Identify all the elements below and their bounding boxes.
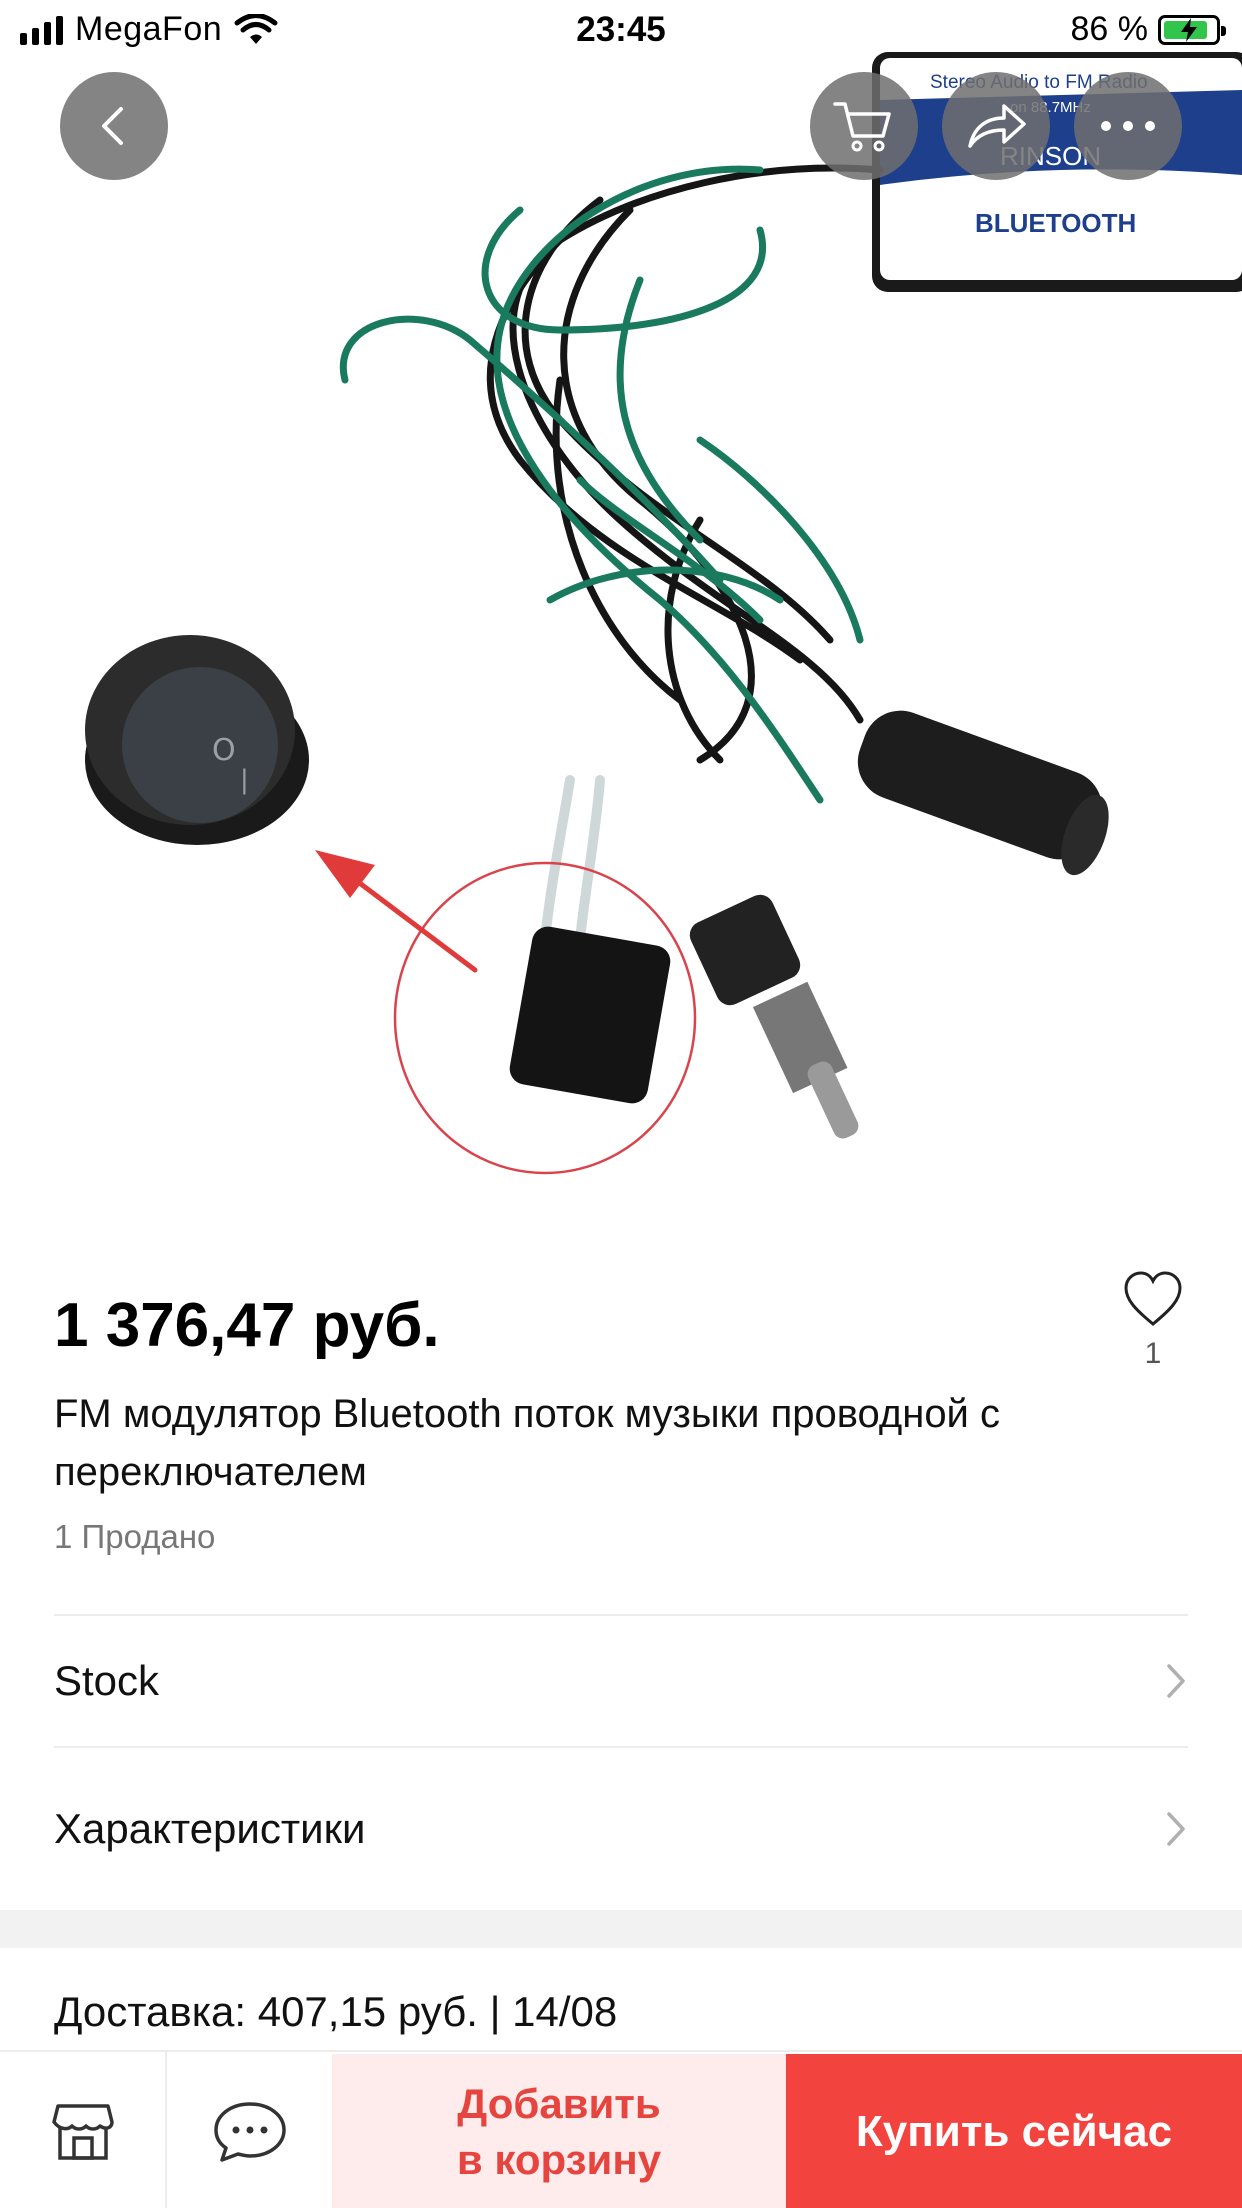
chat-button[interactable] — [167, 2052, 332, 2208]
row-stock-label: Stock — [54, 1657, 160, 1704]
row-stock[interactable]: Stock — [54, 1614, 1188, 1746]
green-cable — [339, 165, 864, 804]
charging-bolt-icon — [1181, 17, 1197, 42]
product-title: FM модулятор Bluetooth поток музыки пров… — [54, 1392, 1001, 1494]
status-bar: MegaFon 23:45 86 % — [0, 0, 1242, 62]
add-to-cart-line1: Добавить — [457, 2080, 661, 2127]
add-to-cart-line2: в корзину — [456, 2136, 662, 2183]
section-divider — [0, 1910, 1242, 1948]
back-button[interactable] — [60, 72, 168, 180]
chat-icon — [213, 2102, 286, 2162]
store-button[interactable] — [0, 2052, 165, 2208]
heart-icon — [1124, 1271, 1182, 1326]
svg-text:BLUETOOTH: BLUETOOTH — [975, 208, 1136, 238]
bottom-action-bar: Добавить в корзину Купить сейчас — [0, 2050, 1242, 2208]
cart-icon — [833, 102, 891, 152]
add-to-cart-button[interactable]: Добавить в корзину — [332, 2054, 786, 2208]
favorite-button[interactable]: 1 — [1118, 1270, 1188, 1371]
chevron-left-icon — [102, 107, 123, 145]
product-photo: Stereo Audio to FM Radio on 88.7MHz RINS… — [85, 52, 1242, 1175]
product-gallery[interactable]: Stereo Audio to FM Radio on 88.7MHz RINS… — [0, 0, 1242, 1240]
cart-button[interactable] — [810, 72, 918, 180]
svg-text:O: O — [212, 733, 236, 768]
chevron-right-icon — [1167, 1664, 1185, 1698]
sold-count: 1 Продано — [54, 1518, 216, 1555]
antenna-tube — [857, 710, 1109, 876]
svg-text:|: | — [240, 765, 249, 795]
more-button[interactable] — [1074, 72, 1182, 180]
share-button[interactable] — [942, 72, 1050, 180]
black-cable — [486, 164, 884, 764]
share-icon — [968, 104, 1026, 148]
product-price: 1 376,47 руб. — [54, 1291, 440, 1360]
row-specifications[interactable]: Характеристики — [54, 1746, 1188, 1910]
more-dots-icon — [1101, 121, 1155, 131]
rocker-switch-image: O | — [85, 635, 309, 845]
clock: 23:45 — [576, 10, 666, 49]
fm-box-image: Stereo Audio to FM Radio on 88.7MHz RINS… — [872, 52, 1242, 292]
row-specifications-label: Характеристики — [54, 1805, 366, 1852]
clear-wires — [540, 775, 605, 945]
red-arrow — [315, 850, 478, 973]
delivery-info[interactable]: Доставка: 407,15 руб. | 14/08 — [54, 1988, 617, 2036]
battery-percent: 86 % — [1070, 10, 1149, 48]
buy-now-button[interactable]: Купить сейчас — [786, 2054, 1242, 2208]
chevron-right-icon — [1167, 1812, 1185, 1846]
antenna-plug — [689, 894, 859, 1139]
favorites-count: 1 — [1144, 1337, 1162, 1370]
store-icon — [51, 2104, 114, 2160]
battery-icon — [1158, 14, 1226, 45]
